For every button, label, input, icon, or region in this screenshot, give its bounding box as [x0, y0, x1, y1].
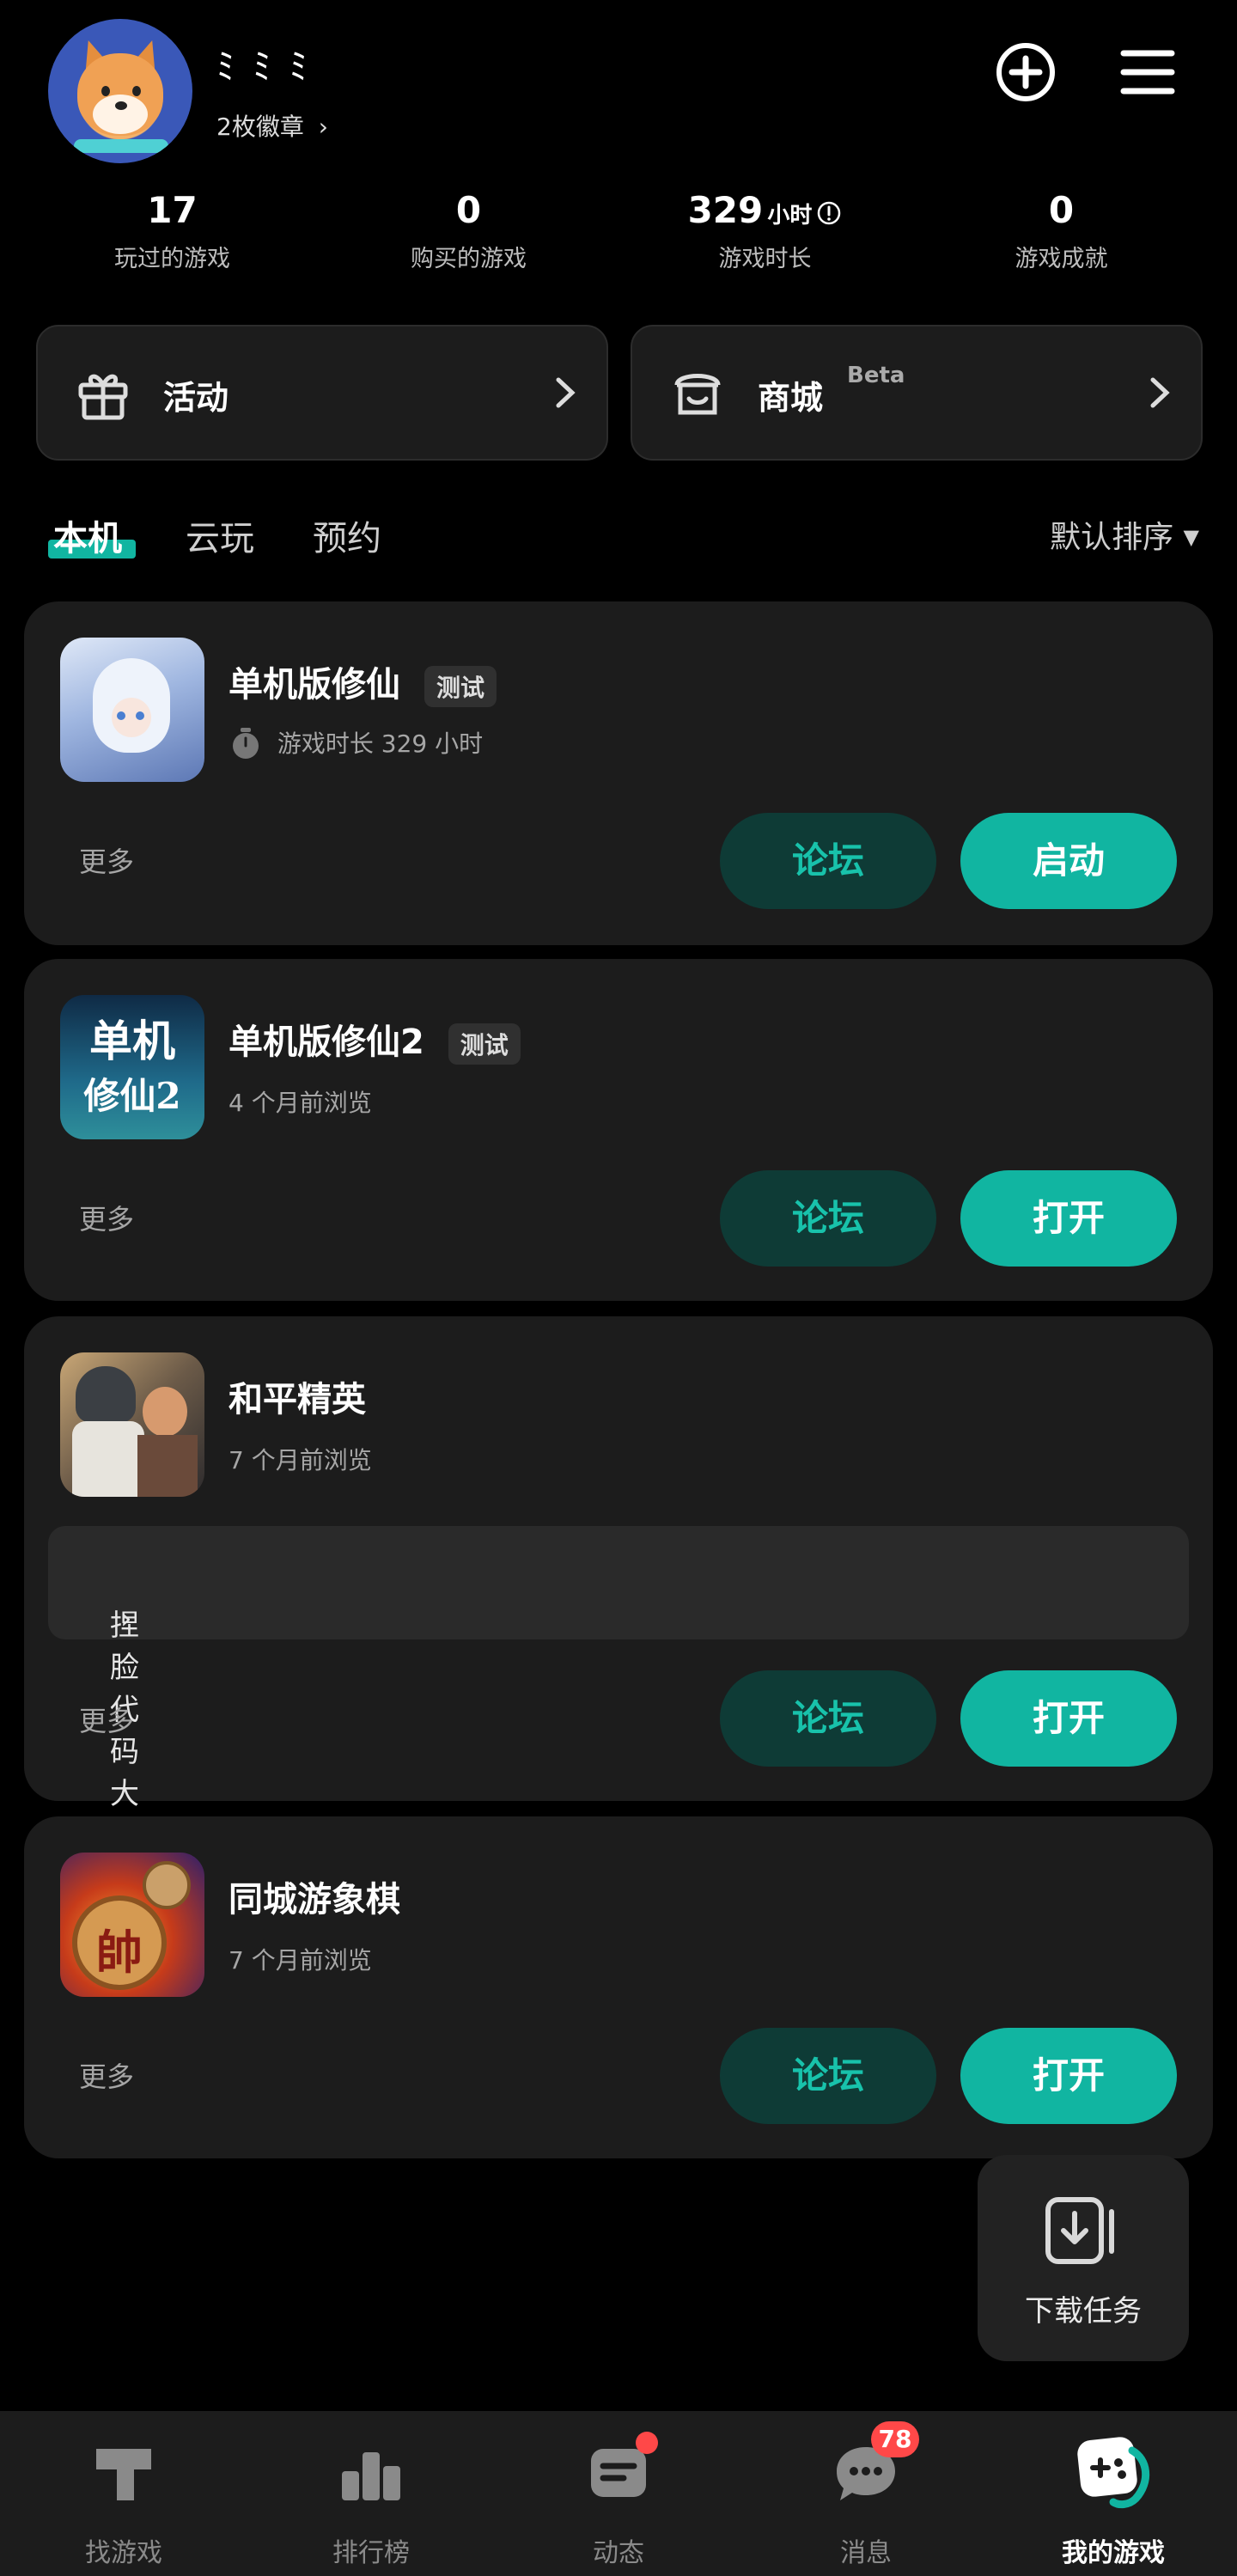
beta-badge: Beta: [847, 363, 905, 388]
more-button[interactable]: 更多: [79, 1198, 134, 1237]
stat-label: 购买的游戏: [411, 246, 527, 272]
forum-button[interactable]: 论坛: [720, 2028, 936, 2124]
sort-label: 默认排序: [1050, 520, 1174, 555]
download-tasks-button[interactable]: 下载任务: [978, 2155, 1189, 2361]
nav-label: 排行榜: [332, 2538, 410, 2568]
badge-count-label: 2枚徽章: [216, 113, 304, 141]
nav-label: 动态: [593, 2538, 644, 2568]
more-button[interactable]: 更多: [79, 840, 134, 880]
stat-value: 0: [455, 189, 482, 231]
more-button[interactable]: 更多: [79, 2055, 134, 2095]
stat-value: 0: [1048, 189, 1075, 231]
activity-label: 活动: [163, 379, 229, 417]
chevron-right-icon: [1150, 377, 1170, 408]
badge-count-link[interactable]: 2枚徽章 ›: [216, 108, 328, 143]
forum-button[interactable]: 论坛: [720, 1170, 936, 1267]
activity-card[interactable]: 活动: [36, 325, 608, 461]
avatar[interactable]: [48, 19, 192, 163]
chevron-right-icon: [556, 377, 576, 408]
launch-button[interactable]: 启动: [960, 813, 1177, 909]
caret-down-icon: ▼: [1183, 525, 1199, 549]
game-title: 和平精英: [229, 1380, 366, 1419]
store-card[interactable]: 商城 Beta: [631, 325, 1203, 461]
stat-played-games[interactable]: 17 玩过的游戏: [24, 189, 320, 273]
forum-button[interactable]: 论坛: [720, 1670, 936, 1767]
stat-play-time[interactable]: 329 小时 游戏时长: [617, 189, 913, 273]
game-title: 同城游象棋: [229, 1880, 400, 1920]
stat-achievements[interactable]: 0 游戏成就: [913, 189, 1210, 273]
nav-label: 消息: [840, 2538, 892, 2568]
game-icon: [60, 638, 204, 782]
game-title-row: 单机版修仙 测试: [229, 656, 497, 707]
test-tag: 测试: [448, 1023, 521, 1065]
last-viewed: 7 个月前浏览: [229, 1446, 372, 1474]
game-icon: [60, 1352, 204, 1497]
open-button[interactable]: 打开: [960, 1670, 1177, 1767]
leaderboard-icon: [342, 2452, 400, 2500]
game-title: 单机版修仙2: [229, 1022, 424, 1062]
stat-value: 17: [147, 189, 198, 231]
game-title-row: 单机版修仙2 测试: [229, 1014, 521, 1065]
chevron-right-icon: ›: [318, 113, 328, 141]
stat-label: 游戏成就: [1015, 246, 1108, 272]
game-icon: 单机 修仙2: [60, 995, 204, 1139]
store-label: 商城: [758, 379, 824, 417]
nav-ranking[interactable]: 排行榜: [247, 2411, 495, 2576]
game-icon-text: 单机: [89, 1016, 175, 1066]
nav-messages[interactable]: 78 消息: [742, 2411, 990, 2576]
unread-count-badge: 78: [871, 2421, 919, 2457]
stat-value: 329: [687, 189, 764, 231]
gift-icon: [78, 374, 128, 420]
nav-label: 我的游戏: [1062, 2538, 1165, 2568]
tab-reserve[interactable]: 预约: [313, 510, 381, 560]
stat-unit: 小时: [767, 203, 813, 229]
plus-circle-icon[interactable]: [991, 38, 1060, 107]
stat-purchased-games[interactable]: 0 购买的游戏: [320, 189, 617, 273]
tab-local[interactable]: 本机: [53, 510, 122, 560]
more-button[interactable]: 更多: [79, 1700, 134, 1739]
game-card[interactable]: 单机 修仙2 单机版修仙2 测试 4 个月前浏览 更多 论坛 打开: [24, 959, 1213, 1301]
promo-banner[interactable]: 捏脸代码大全🔥 ›: [48, 1526, 1189, 1889]
tab-cloud[interactable]: 云玩: [186, 510, 254, 560]
game-card[interactable]: 帥 同城游象棋 7 个月前浏览 更多 论坛 打开: [24, 1816, 1213, 2158]
game-title: 单机版修仙: [229, 665, 400, 705]
stat-label: 游戏时长: [718, 246, 812, 272]
forum-button[interactable]: 论坛: [720, 813, 936, 909]
chevron-right-icon: ›: [120, 1602, 132, 1636]
bottom-nav: 找游戏 排行榜 动态 78 消息 我的游戏: [0, 2411, 1237, 2576]
game-icon-text: 帥: [96, 1925, 143, 1980]
username[interactable]: ﾐ ﾐ ﾐ: [216, 38, 311, 90]
hammer-icon: [96, 2449, 151, 2500]
store-icon: [674, 374, 721, 415]
game-icon-text: 修仙2: [83, 1075, 181, 1117]
last-viewed: 4 个月前浏览: [229, 1089, 372, 1117]
download-icon: [1045, 2197, 1114, 2264]
gamepad-icon: [1077, 2437, 1150, 2509]
last-viewed: 7 个月前浏览: [229, 1946, 372, 1975]
game-icon: 帥: [60, 1853, 204, 1997]
sort-dropdown[interactable]: 默认排序 ▼: [1050, 512, 1199, 557]
nav-find-games[interactable]: 找游戏: [0, 2411, 247, 2576]
game-card[interactable]: 和平精英 7 个月前浏览 捏脸代码大全🔥 › 更多 论坛 打开: [24, 1316, 1213, 1889]
info-icon[interactable]: [816, 200, 842, 226]
play-time: 游戏时长 329 小时: [277, 729, 484, 758]
menu-icon[interactable]: [1113, 38, 1182, 107]
download-tasks-label: 下载任务: [1025, 2294, 1142, 2329]
nav-my-games[interactable]: 我的游戏: [990, 2411, 1237, 2576]
game-subtitle-row: 游戏时长 329 小时: [229, 725, 483, 760]
stopwatch-icon: [233, 728, 259, 759]
nav-feed[interactable]: 动态: [495, 2411, 742, 2576]
open-button[interactable]: 打开: [960, 2028, 1177, 2124]
notification-dot: [636, 2432, 658, 2454]
nav-label: 找游戏: [85, 2538, 162, 2568]
stat-label: 玩过的游戏: [114, 246, 230, 272]
test-tag: 测试: [424, 666, 497, 707]
open-button[interactable]: 打开: [960, 1170, 1177, 1267]
game-card[interactable]: 单机版修仙 测试 游戏时长 329 小时 更多 论坛 启动: [24, 601, 1213, 945]
